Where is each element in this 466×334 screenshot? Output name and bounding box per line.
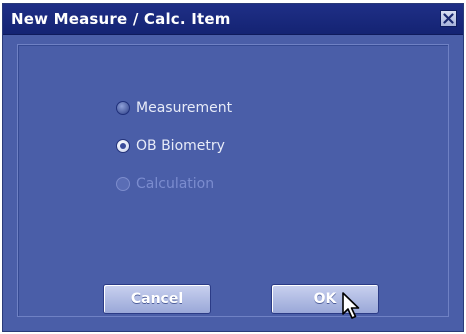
cancel-button[interactable]: Cancel — [103, 284, 211, 314]
radio-measurement[interactable] — [116, 101, 130, 115]
dialog-titlebar: New Measure / Calc. Item — [3, 4, 463, 35]
options-panel — [17, 44, 449, 317]
mouse-pointer-icon — [342, 292, 360, 319]
new-measure-calc-dialog: New Measure / Calc. Item Measurement OB … — [2, 3, 464, 332]
option-measurement[interactable]: Measurement — [116, 100, 232, 116]
dialog-title: New Measure / Calc. Item — [11, 10, 231, 28]
radio-ob-biometry[interactable] — [116, 139, 130, 153]
option-calculation-label: Calculation — [136, 176, 215, 192]
option-calculation: Calculation — [116, 176, 214, 192]
option-ob-biometry-label: OB Biometry — [136, 138, 225, 154]
close-button[interactable] — [440, 10, 457, 27]
option-ob-biometry[interactable]: OB Biometry — [116, 138, 225, 154]
option-measurement-label: Measurement — [136, 100, 233, 116]
radio-calculation — [116, 177, 130, 191]
close-icon — [443, 13, 454, 24]
